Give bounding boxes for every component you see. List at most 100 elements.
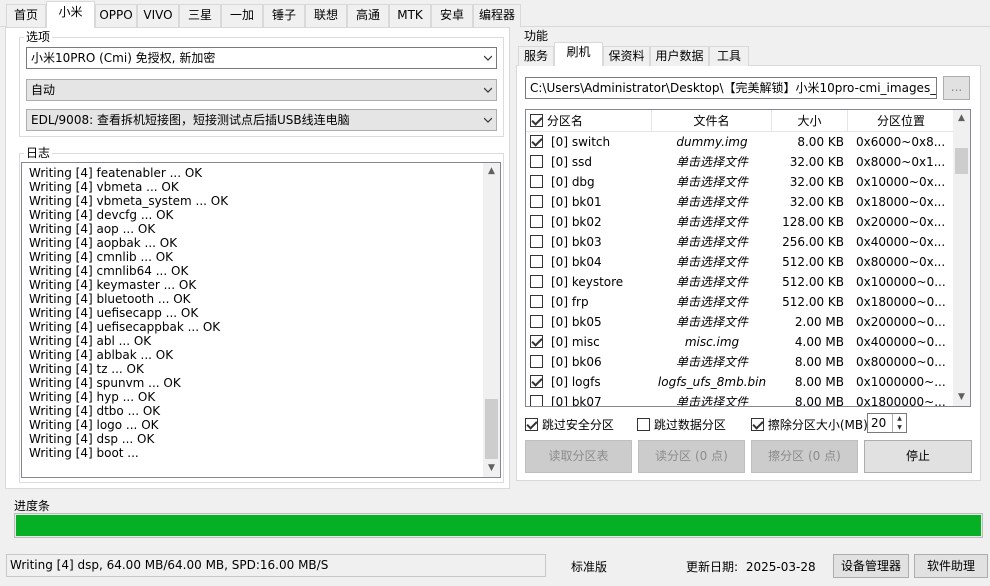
partition-name: [0] misc xyxy=(551,335,600,349)
tab-lenovo[interactable]: 联想 xyxy=(305,4,347,27)
partition-checkbox[interactable] xyxy=(530,235,543,248)
update-date-label: 更新日期: 2025-03-28 xyxy=(686,557,816,578)
partition-file-cell[interactable]: 单击选择文件 xyxy=(652,172,772,192)
model-select[interactable]: 小米10PRO (Cmi) 免授权, 新加密 xyxy=(26,47,497,69)
scroll-up-icon[interactable]: ▲ xyxy=(953,110,970,127)
table-row[interactable]: [0] bk01 单击选择文件 32.00 KB 0x18000~0x... xyxy=(526,192,954,212)
subtab-user-data[interactable]: 用户数据 xyxy=(650,46,709,66)
header-location[interactable]: 分区位置 xyxy=(848,110,954,132)
partition-name-cell: [0] ssd xyxy=(530,152,652,172)
partition-name-cell: [0] dbg xyxy=(530,172,652,192)
tab-vivo[interactable]: VIVO xyxy=(137,4,179,27)
header-name[interactable]: 分区名 xyxy=(526,110,652,132)
partition-file-cell[interactable]: 单击选择文件 xyxy=(652,252,772,272)
mode-select[interactable]: 自动 xyxy=(26,79,497,101)
partition-checkbox[interactable] xyxy=(530,335,543,348)
partition-checkbox[interactable] xyxy=(530,195,543,208)
table-row[interactable]: [0] bk07 单击选择文件 8.00 MB 0x1800000~... xyxy=(526,392,954,406)
table-row[interactable]: [0] switch dummy.img 8.00 KB 0x6000~0x8... xyxy=(526,132,954,152)
tab-samsung[interactable]: 三星 xyxy=(179,4,221,27)
table-row[interactable]: [0] dbg 单击选择文件 32.00 KB 0x10000~0x... xyxy=(526,172,954,192)
tab-oneplus[interactable]: 一加 xyxy=(221,4,263,27)
header-file[interactable]: 文件名 xyxy=(652,110,772,132)
partition-checkbox[interactable] xyxy=(530,375,543,388)
scroll-down-icon[interactable]: ▼ xyxy=(483,460,500,477)
partition-checkbox[interactable] xyxy=(530,395,543,406)
erase-partition-button[interactable]: 擦分区 (0 点) xyxy=(751,440,858,473)
subtab-tools[interactable]: 工具 xyxy=(709,46,749,66)
partition-checkbox[interactable] xyxy=(530,315,543,328)
device-manager-button[interactable]: 设备管理器 xyxy=(833,554,909,578)
browse-button[interactable]: ... xyxy=(943,76,970,100)
partition-location-cell: 0x800000~0... xyxy=(856,355,946,369)
partition-file-cell[interactable]: 单击选择文件 xyxy=(652,352,772,372)
partition-checkbox[interactable] xyxy=(530,135,543,148)
scroll-thumb[interactable] xyxy=(485,399,498,459)
erase-size-checkbox[interactable] xyxy=(751,418,764,431)
select-all-checkbox[interactable] xyxy=(530,114,543,127)
table-row[interactable]: [0] frp 单击选择文件 512.00 KB 0x180000~0... xyxy=(526,292,954,312)
partition-checkbox[interactable] xyxy=(530,275,543,288)
partition-file-cell[interactable]: dummy.img xyxy=(652,132,772,152)
read-partition-table-button[interactable]: 读取分区表 xyxy=(525,440,632,473)
partition-file-cell[interactable]: logfs_ufs_8mb.bin xyxy=(652,372,772,392)
partition-file-cell[interactable]: 单击选择文件 xyxy=(652,292,772,312)
table-row[interactable]: [0] bk05 单击选择文件 2.00 MB 0x200000~0... xyxy=(526,312,954,332)
table-row[interactable]: [0] logfs logfs_ufs_8mb.bin 8.00 MB 0x10000… xyxy=(526,372,954,392)
stop-button[interactable]: 停止 xyxy=(864,440,972,473)
header-size[interactable]: 大小 xyxy=(772,110,848,132)
subtab-keep-data[interactable]: 保资料 xyxy=(603,46,650,66)
read-partition-button[interactable]: 读分区 (0 点) xyxy=(638,440,745,473)
tab-smartisan[interactable]: 锤子 xyxy=(263,4,305,27)
table-row[interactable]: [0] bk02 单击选择文件 128.00 KB 0x20000~0x... xyxy=(526,212,954,232)
software-tool-button[interactable]: 软件助理 xyxy=(914,554,988,578)
scroll-down-icon[interactable]: ▼ xyxy=(953,389,970,406)
table-row[interactable]: [0] ssd 单击选择文件 32.00 KB 0x8000~0x1... xyxy=(526,152,954,172)
subtab-service[interactable]: 服务 xyxy=(518,46,554,66)
partition-file-cell[interactable]: 单击选择文件 xyxy=(652,152,772,172)
tab-home[interactable]: 首页 xyxy=(6,4,46,27)
partition-checkbox[interactable] xyxy=(530,295,543,308)
scroll-up-icon[interactable]: ▲ xyxy=(483,163,500,180)
partition-checkbox[interactable] xyxy=(530,155,543,168)
scroll-thumb[interactable] xyxy=(955,148,968,174)
partition-name-cell: [0] bk02 xyxy=(530,212,652,232)
partition-file-cell[interactable]: misc.img xyxy=(652,332,772,352)
partition-file-cell[interactable]: 单击选择文件 xyxy=(652,212,772,232)
log-scrollbar[interactable]: ▲ ▼ xyxy=(483,163,500,477)
skip-data-option[interactable]: 跳过数据分区 xyxy=(637,416,726,433)
table-row[interactable]: [0] misc misc.img 4.00 MB 0x400000~0... xyxy=(526,332,954,352)
partition-name: [0] bk01 xyxy=(551,195,602,209)
partition-file-cell[interactable]: 单击选择文件 xyxy=(652,272,772,292)
tab-xiaomi[interactable]: 小米 xyxy=(46,1,95,28)
table-row[interactable]: [0] bk04 单击选择文件 512.00 KB 0x80000~0x... xyxy=(526,252,954,272)
partition-file-cell[interactable]: 单击选择文件 xyxy=(652,232,772,252)
skip-safe-checkbox[interactable] xyxy=(525,418,538,431)
partition-file-cell[interactable]: 单击选择文件 xyxy=(652,192,772,212)
tab-android[interactable]: 安卓 xyxy=(431,4,473,27)
partition-checkbox[interactable] xyxy=(530,175,543,188)
table-row[interactable]: [0] bk03 单击选择文件 256.00 KB 0x40000~0x... xyxy=(526,232,954,252)
stepper-arrows[interactable]: ▲ ▼ xyxy=(892,414,906,432)
erase-size-option[interactable]: 擦除分区大小(MB) xyxy=(751,416,868,433)
skip-safe-option[interactable]: 跳过安全分区 xyxy=(525,416,614,433)
firmware-path-input[interactable]: C:\Users\Administrator\Desktop\【完美解锁】小米1… xyxy=(525,77,937,99)
tab-oppo[interactable]: OPPO xyxy=(95,4,137,27)
partition-checkbox[interactable] xyxy=(530,255,543,268)
partition-file-cell[interactable]: 单击选择文件 xyxy=(652,392,772,406)
tab-programmer[interactable]: 编程器 xyxy=(473,4,521,27)
table-row[interactable]: [0] keystore 单击选择文件 512.00 KB 0x100000~0... xyxy=(526,272,954,292)
partition-file-cell[interactable]: 单击选择文件 xyxy=(652,312,772,332)
erase-size-stepper[interactable]: 20 ▲ ▼ xyxy=(867,413,907,433)
tab-qualcomm[interactable]: 高通 xyxy=(347,4,389,27)
skip-data-checkbox[interactable] xyxy=(637,418,650,431)
connection-select[interactable]: EDL/9008: 查看拆机短接图，短接测试点后插USB线连电脑 xyxy=(26,109,497,131)
partition-checkbox[interactable] xyxy=(530,215,543,228)
subtab-flash[interactable]: 刷机 xyxy=(554,42,603,66)
log-textarea[interactable]: Writing [4] featenabler ... OK Writing [4… xyxy=(21,162,501,478)
log-line: Writing [4] aopbak ... OK xyxy=(29,236,178,250)
partition-scrollbar[interactable]: ▲ ▼ xyxy=(953,110,970,406)
table-row[interactable]: [0] bk06 单击选择文件 8.00 MB 0x800000~0... xyxy=(526,352,954,372)
tab-mtk[interactable]: MTK xyxy=(389,4,431,27)
partition-checkbox[interactable] xyxy=(530,355,543,368)
